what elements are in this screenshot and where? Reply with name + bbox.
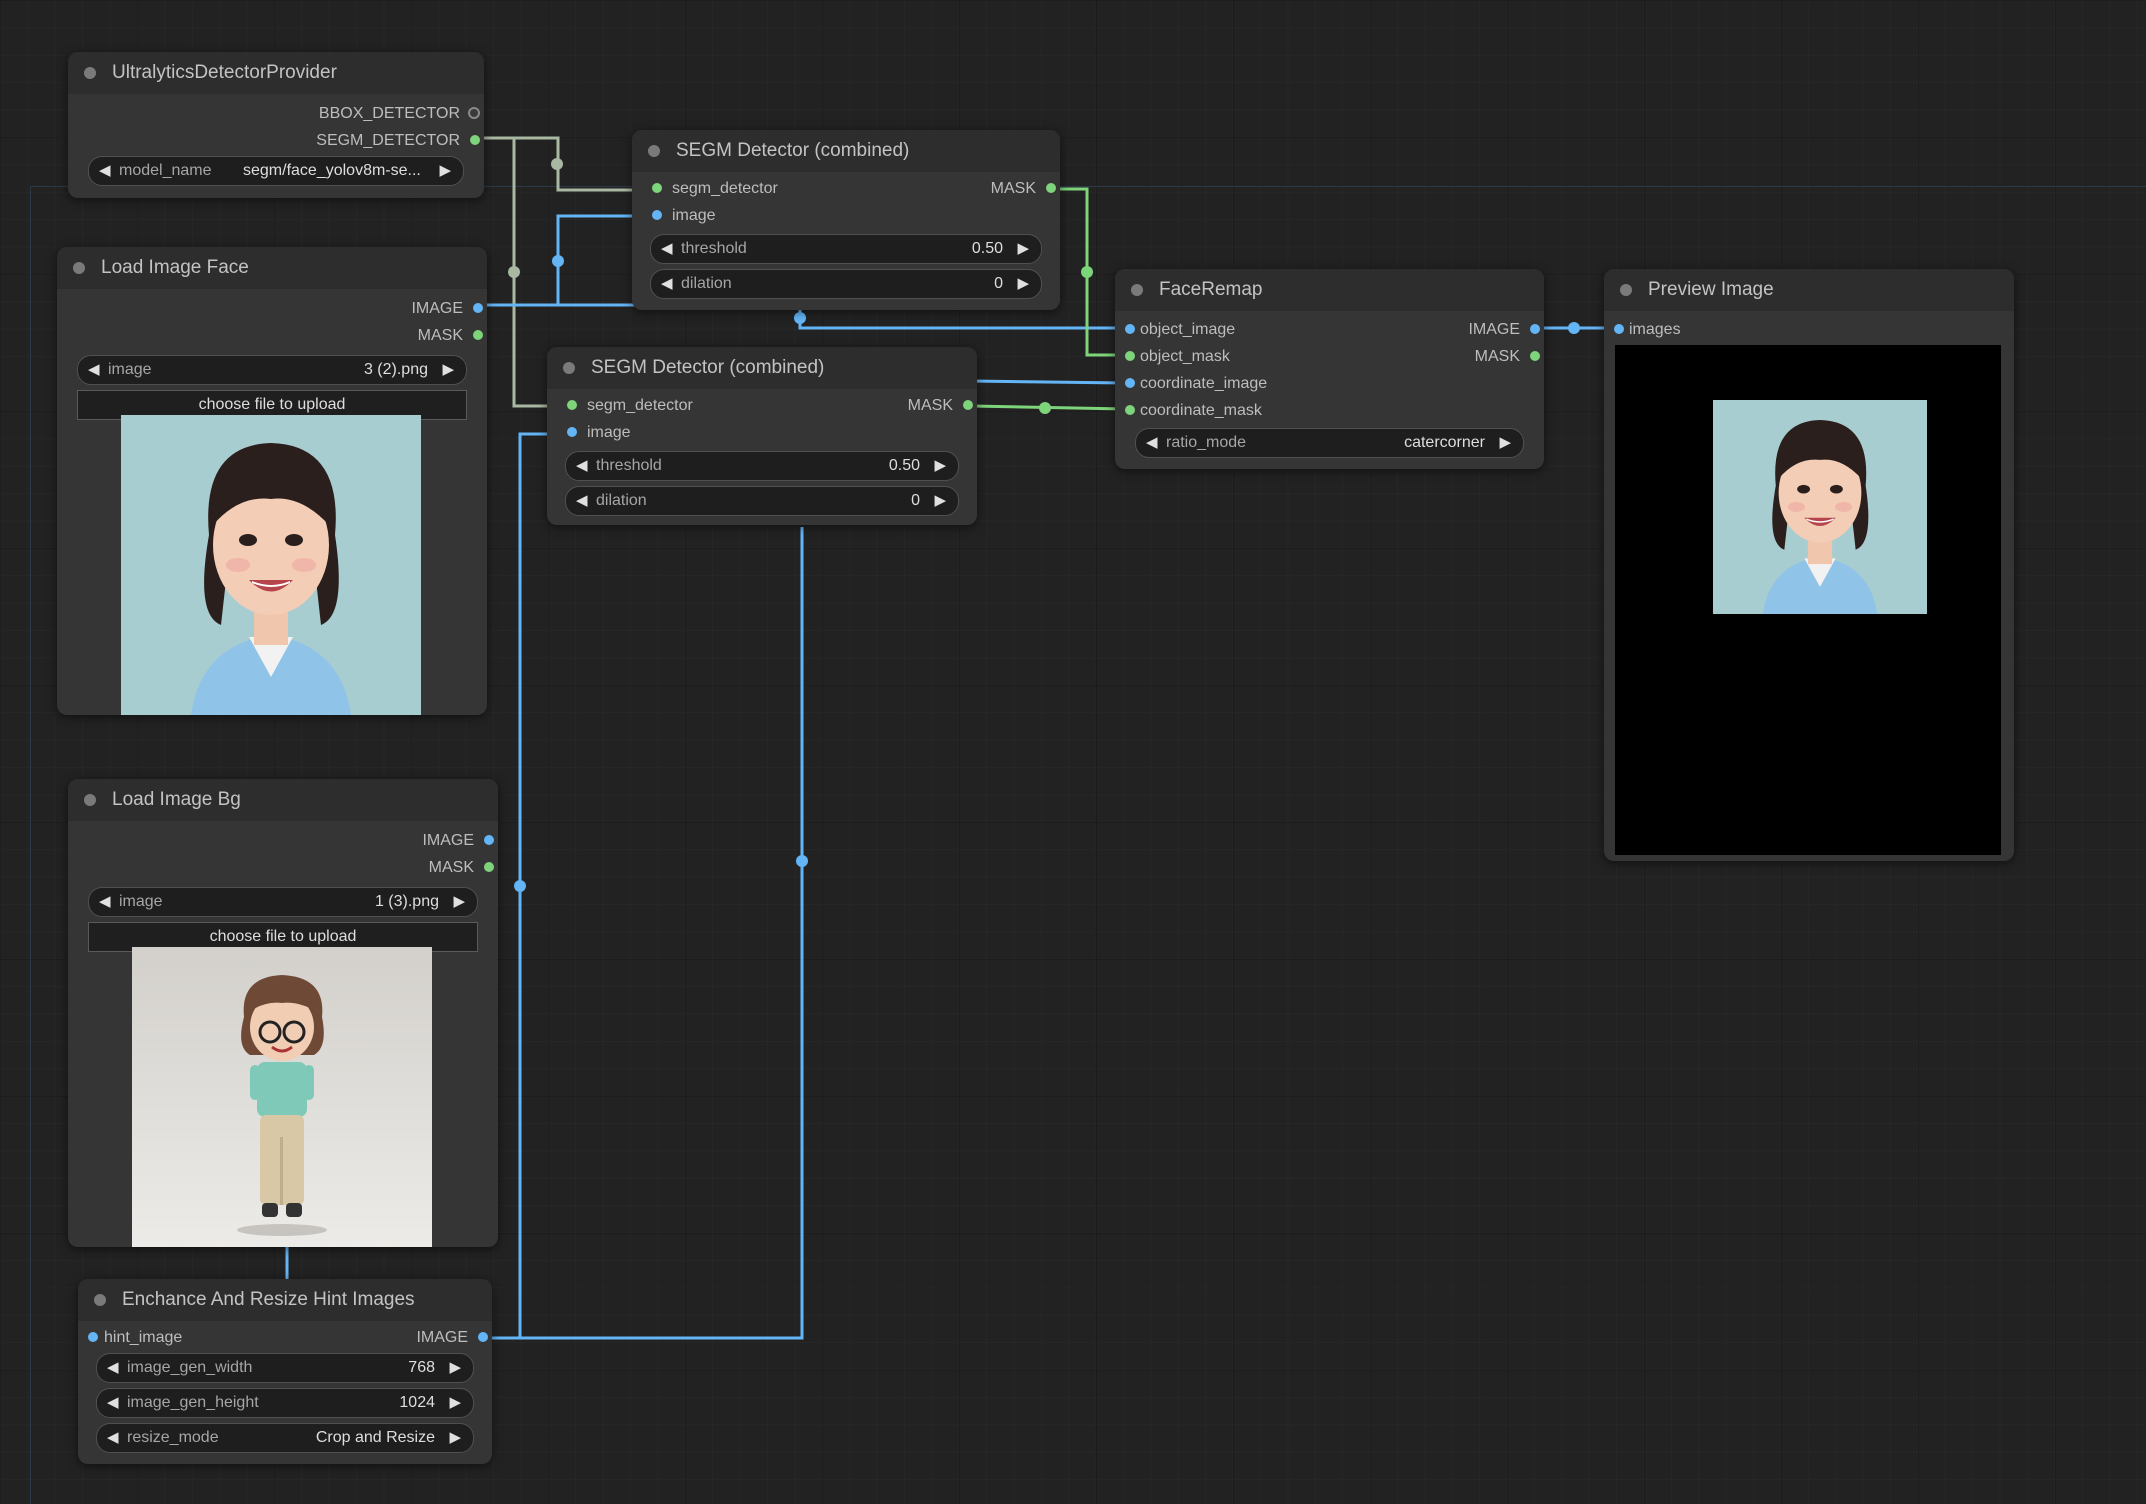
node-enhance-resize[interactable]: Enchance And Resize Hint Images hint_ima…	[78, 1279, 492, 1464]
input-images[interactable]: images	[1614, 316, 1681, 343]
input-coordinate-image[interactable]: coordinate_image	[1125, 370, 1267, 397]
image-file-combo[interactable]: ◀ image 1 (3).png ▶	[88, 887, 478, 917]
input-object-mask[interactable]: object_mask	[1125, 343, 1230, 370]
node-title[interactable]: SEGM Detector (combined)	[632, 130, 1060, 172]
output-image[interactable]: IMAGE	[411, 295, 483, 322]
output-mask[interactable]: MASK	[908, 392, 973, 419]
output-mask[interactable]: MASK	[991, 175, 1056, 202]
arrow-left-icon: ◀	[107, 1394, 119, 1411]
node-load-image-bg[interactable]: Load Image Bg IMAGE MASK ◀ image 1 (3).p…	[68, 779, 498, 1247]
output-bbox-detector[interactable]: BBOX_DETECTOR	[319, 100, 480, 127]
node-segm-detector-top[interactable]: SEGM Detector (combined) segm_detector M…	[632, 130, 1060, 310]
arrow-right-icon: ▶	[1017, 275, 1029, 292]
node-face-remap[interactable]: FaceRemap object_image IMAGE object_mask…	[1115, 269, 1544, 469]
threshold-slider[interactable]: ◀ threshold 0.50 ▶	[565, 451, 959, 481]
output-mask[interactable]: MASK	[418, 322, 483, 349]
node-title[interactable]: FaceRemap	[1115, 269, 1544, 311]
arrow-right-icon: ▶	[453, 893, 465, 910]
dilation-slider[interactable]: ◀ dilation 0 ▶	[565, 486, 959, 516]
input-segm-detector[interactable]: segm_detector	[652, 175, 778, 202]
threshold-slider[interactable]: ◀ threshold 0.50 ▶	[650, 234, 1042, 264]
face-photo	[121, 415, 421, 715]
preview-photo	[1713, 400, 1927, 614]
arrow-right-icon: ▶	[449, 1429, 461, 1446]
arrow-right-icon: ▶	[934, 492, 946, 509]
node-title[interactable]: Load Image Bg	[68, 779, 498, 821]
dilation-slider[interactable]: ◀ dilation 0 ▶	[650, 269, 1042, 299]
arrow-right-icon: ▶	[1017, 240, 1029, 257]
node-preview-image[interactable]: Preview Image images	[1604, 269, 2014, 861]
image-gen-height-slider[interactable]: ◀ image_gen_height 1024 ▶	[96, 1388, 474, 1418]
arrow-left-icon: ◀	[661, 275, 673, 292]
arrow-right-icon: ▶	[934, 457, 946, 474]
arrow-left-icon: ◀	[88, 361, 100, 378]
input-image[interactable]: image	[567, 419, 631, 446]
arrow-right-icon: ▶	[449, 1359, 461, 1376]
output-segm-detector[interactable]: SEGM_DETECTOR	[316, 127, 480, 154]
output-mask[interactable]: MASK	[1475, 343, 1540, 370]
arrow-left-icon: ◀	[576, 492, 588, 509]
collapse-dot-icon[interactable]	[648, 145, 660, 157]
collapse-dot-icon[interactable]	[84, 794, 96, 806]
arrow-right-icon: ▶	[439, 162, 451, 179]
collapse-dot-icon[interactable]	[73, 262, 85, 274]
arrow-right-icon: ▶	[449, 1394, 461, 1411]
collapse-dot-icon[interactable]	[84, 67, 96, 79]
arrow-left-icon: ◀	[107, 1429, 119, 1446]
node-segm-detector-bottom[interactable]: SEGM Detector (combined) segm_detector M…	[547, 347, 977, 525]
model-name-combo[interactable]: ◀ model_name segm/face_yolov8m-se... ▶	[88, 156, 464, 186]
bg-photo	[132, 947, 432, 1247]
ratio-mode-combo[interactable]: ◀ ratio_mode catercorner ▶	[1135, 428, 1524, 458]
collapse-dot-icon[interactable]	[1620, 284, 1632, 296]
node-title[interactable]: Enchance And Resize Hint Images	[78, 1279, 492, 1321]
arrow-right-icon: ▶	[1499, 434, 1511, 451]
resize-mode-combo[interactable]: ◀ resize_mode Crop and Resize ▶	[96, 1423, 474, 1453]
node-detector-provider[interactable]: UltralyticsDetectorProvider BBOX_DETECTO…	[68, 52, 484, 198]
input-coordinate-mask[interactable]: coordinate_mask	[1125, 397, 1262, 424]
input-segm-detector[interactable]: segm_detector	[567, 392, 693, 419]
output-image[interactable]: IMAGE	[422, 827, 494, 854]
node-title[interactable]: Preview Image	[1604, 269, 2014, 311]
link-enhance-to-segm-bottom[interactable]	[481, 527, 804, 1340]
input-object-image[interactable]: object_image	[1125, 316, 1235, 343]
arrow-left-icon: ◀	[107, 1359, 119, 1376]
arrow-left-icon: ◀	[661, 240, 673, 257]
arrow-left-icon: ◀	[99, 162, 111, 179]
node-title[interactable]: SEGM Detector (combined)	[547, 347, 977, 389]
collapse-dot-icon[interactable]	[94, 1294, 106, 1306]
arrow-left-icon: ◀	[576, 457, 588, 474]
output-image[interactable]: IMAGE	[1468, 316, 1540, 343]
node-load-image-face[interactable]: Load Image Face IMAGE MASK ◀ image 3 (2)…	[57, 247, 487, 715]
arrow-left-icon: ◀	[1146, 434, 1158, 451]
input-image[interactable]: image	[652, 202, 716, 229]
arrow-right-icon: ▶	[442, 361, 454, 378]
link-coordinate-image[interactable]	[969, 379, 1126, 385]
input-hint-image[interactable]: hint_image	[88, 1324, 182, 1351]
arrow-left-icon: ◀	[99, 893, 111, 910]
output-mask[interactable]: MASK	[429, 854, 494, 881]
node-title[interactable]: Load Image Face	[57, 247, 487, 289]
image-gen-width-slider[interactable]: ◀ image_gen_width 768 ▶	[96, 1353, 474, 1383]
image-file-combo[interactable]: ◀ image 3 (2).png ▶	[77, 355, 467, 385]
collapse-dot-icon[interactable]	[1131, 284, 1143, 296]
node-title[interactable]: UltralyticsDetectorProvider	[68, 52, 484, 94]
preview-area	[1615, 345, 2001, 855]
output-image[interactable]: IMAGE	[416, 1324, 488, 1351]
collapse-dot-icon[interactable]	[563, 362, 575, 374]
